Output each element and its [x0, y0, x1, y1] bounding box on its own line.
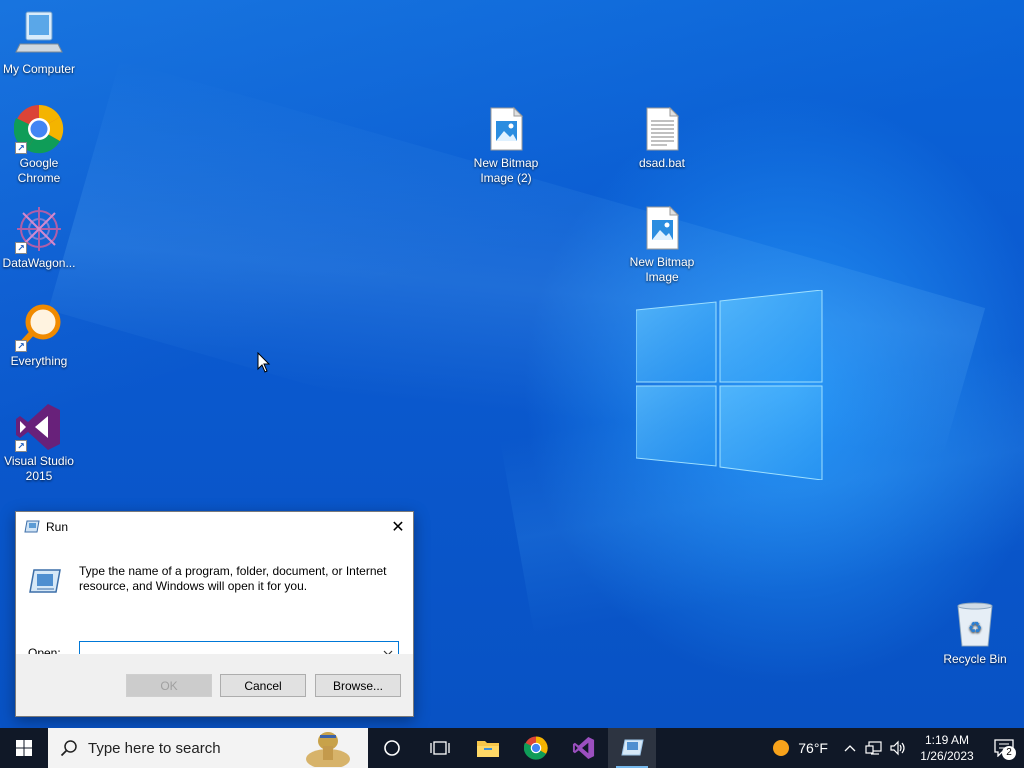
run-dialog: Run ✕ Type the name of a program, folder… — [15, 511, 414, 717]
cancel-button[interactable]: Cancel — [220, 674, 306, 697]
desktop-icon-label: Everything — [10, 354, 68, 368]
desktop-icon-new-bitmap-image-2[interactable]: New Bitmap Image (2) — [467, 104, 545, 186]
batch-file-icon — [637, 104, 687, 154]
run-dialog-titlebar[interactable]: Run ✕ — [16, 512, 413, 542]
shortcut-arrow-icon: ↗ — [15, 242, 27, 254]
weather-temperature: 76°F — [798, 740, 828, 756]
notification-count-badge: 2 — [1002, 746, 1016, 760]
chrome-icon: ↗ — [13, 104, 64, 154]
task-view-icon — [430, 741, 450, 755]
network-icon — [865, 741, 882, 755]
search-highlight-icon — [306, 732, 350, 767]
run-dialog-footer: OK Cancel Browse... — [16, 654, 413, 716]
windows-start-icon — [16, 740, 32, 756]
recycle-bin-icon: ♻ — [950, 600, 1000, 650]
image-file-icon — [481, 104, 531, 154]
browse-button[interactable]: Browse... — [315, 674, 401, 697]
taskbar-search-box[interactable]: Type here to search — [48, 728, 368, 768]
taskbar-chrome[interactable] — [512, 728, 560, 768]
ok-button[interactable]: OK — [126, 674, 212, 697]
run-title-icon — [24, 520, 40, 533]
desktop-icon-label: Recycle Bin — [943, 652, 1007, 666]
volume-button[interactable] — [886, 728, 910, 768]
datawagon-icon: ↗ — [14, 204, 64, 254]
weather-widget[interactable]: 76°F — [772, 739, 828, 757]
shortcut-arrow-icon: ↗ — [15, 142, 27, 154]
desktop-icon-recycle-bin[interactable]: ♻ Recycle Bin — [936, 600, 1014, 667]
desktop-icon-visual-studio[interactable]: ↗ Visual Studio 2015 — [0, 402, 78, 484]
image-file-icon — [637, 203, 687, 253]
desktop-icon-datawagon[interactable]: ↗ DataWagon... — [0, 204, 78, 271]
cortana-icon — [384, 740, 400, 756]
start-button[interactable] — [0, 728, 48, 768]
close-icon[interactable]: ✕ — [391, 517, 404, 537]
clock-time: 1:19 AM — [924, 733, 970, 747]
taskbar: Type here to search 76°F 1:19 AM 1/26/20… — [0, 728, 1024, 768]
desktop-icon-label: My Computer — [2, 62, 76, 76]
show-hidden-icons-button[interactable] — [838, 728, 862, 768]
desktop-icon-label: dsad.bat — [638, 156, 686, 170]
taskbar-cortana[interactable] — [368, 728, 416, 768]
close-button[interactable]: ✕ — [383, 512, 413, 542]
run-icon — [621, 739, 644, 756]
desktop-icon-google-chrome[interactable]: ↗ Google Chrome — [0, 104, 78, 186]
run-dialog-title: Run — [46, 520, 69, 534]
action-center-button[interactable]: 2 — [984, 728, 1024, 768]
visual-studio-icon: ↗ — [14, 402, 64, 452]
chrome-icon — [524, 736, 548, 760]
system-tray: 76°F 1:19 AM 1/26/2023 2 — [772, 728, 1024, 768]
desktop: My Computer ↗ Google Chrome ↗ DataWagon.… — [0, 0, 1024, 728]
taskbar-task-view[interactable] — [416, 728, 464, 768]
desktop-icon-everything[interactable]: ↗ Everything — [0, 302, 78, 369]
shortcut-arrow-icon: ↗ — [15, 340, 27, 352]
taskbar-visual-studio[interactable] — [560, 728, 608, 768]
desktop-icon-label: Visual Studio 2015 — [4, 454, 74, 483]
svg-text:♻: ♻ — [968, 618, 982, 637]
run-dialog-body: Type the name of a program, folder, docu… — [16, 542, 413, 665]
desktop-icon-my-computer[interactable]: My Computer — [0, 10, 78, 77]
run-program-icon — [29, 569, 61, 593]
desktop-icon-label: Google Chrome — [17, 156, 61, 185]
everything-search-icon: ↗ — [14, 302, 64, 352]
mouse-cursor-icon — [257, 352, 271, 373]
search-placeholder: Type here to search — [88, 739, 221, 757]
file-explorer-icon — [477, 741, 499, 757]
visual-studio-icon — [572, 736, 595, 760]
run-dialog-description: Type the name of a program, folder, docu… — [79, 564, 387, 593]
desktop-icon-label: New Bitmap Image — [629, 255, 695, 284]
clock-date: 1/26/2023 — [920, 749, 974, 763]
desktop-icon-label: DataWagon... — [2, 256, 76, 270]
desktop-icon-label: New Bitmap Image (2) — [473, 156, 539, 185]
taskbar-run[interactable] — [608, 728, 656, 768]
desktop-icon-new-bitmap-image[interactable]: New Bitmap Image — [623, 203, 701, 285]
desktop-icon-dsad-bat[interactable]: dsad.bat — [623, 104, 701, 171]
shortcut-arrow-icon: ↗ — [15, 440, 27, 452]
chevron-up-icon — [844, 745, 856, 752]
windows-logo-wallpaper — [636, 290, 823, 480]
speaker-icon — [890, 740, 905, 756]
taskbar-file-explorer[interactable] — [464, 728, 512, 768]
search-icon — [60, 740, 77, 757]
computer-icon — [14, 10, 64, 60]
taskbar-clock[interactable]: 1:19 AM 1/26/2023 — [910, 732, 984, 764]
sun-icon — [773, 740, 790, 756]
network-button[interactable] — [862, 728, 886, 768]
